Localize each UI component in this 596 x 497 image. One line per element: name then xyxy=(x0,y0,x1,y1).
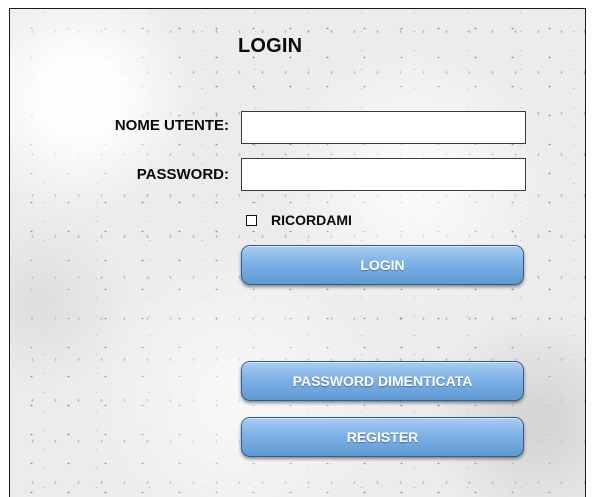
forgot-password-button[interactable]: PASSWORD DIMENTICATA xyxy=(241,361,524,401)
username-label: NOME UTENTE: xyxy=(114,117,229,134)
remember-checkbox[interactable] xyxy=(246,214,257,226)
password-field[interactable] xyxy=(241,158,526,191)
password-label: PASSWORD: xyxy=(136,166,229,183)
page-title: LOGIN xyxy=(238,35,303,57)
login-panel: LOGIN NOME UTENTE: PASSWORD: RICORDAMI L… xyxy=(9,8,586,497)
login-button[interactable]: LOGIN xyxy=(241,245,524,285)
register-button[interactable]: REGISTER xyxy=(241,417,524,457)
remember-me[interactable]: RICORDAMI xyxy=(246,212,352,228)
remember-label: RICORDAMI xyxy=(271,212,352,228)
username-field[interactable] xyxy=(241,111,526,144)
